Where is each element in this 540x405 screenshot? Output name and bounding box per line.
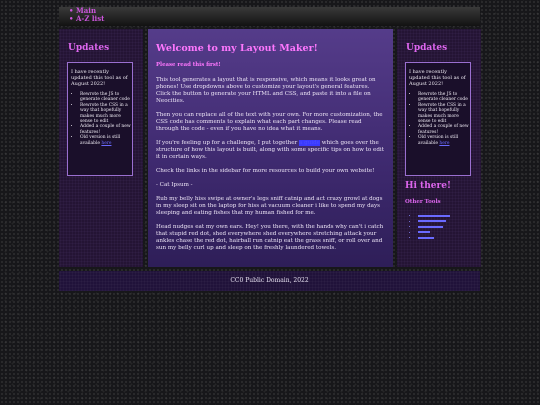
old-version-link[interactable]: here — [439, 141, 449, 146]
left-updates-box: I have recently updated this tool as of … — [67, 62, 133, 176]
guide-paragraph: If you're feeling up for a challenge, I … — [156, 140, 385, 161]
cat-ipsum-paragraph-2: Head nudges eat my own ears. Hey! you th… — [156, 224, 384, 251]
tool-link[interactable] — [418, 236, 450, 242]
left-updates-intro: I have recently updated this tool as of … — [71, 69, 128, 87]
read-first-notice: Please read this first! — [156, 62, 221, 68]
left-updates-list: Rewrote the JS to generate cleaner code … — [71, 92, 131, 146]
left-update-item: Rewrote the JS to generate cleaner code — [80, 92, 131, 103]
right-sidebar: Updates I have recently updated this too… — [397, 29, 481, 267]
guide-link[interactable]: a guide — [299, 140, 320, 146]
guide-text-before: If you're feeling up for a challenge, I … — [156, 140, 298, 146]
right-updates-list: Rewrote the JS to generate cleaner code … — [409, 92, 469, 146]
cat-ipsum-paragraph-1: Rub my belly hiss swipe at owner's legs … — [156, 196, 383, 216]
nav-link-a-z-list[interactable]: A-Z list — [76, 14, 104, 23]
left-update-item: Added a couple of new features! — [80, 124, 131, 135]
links-paragraph: Check the links in the sidebar for more … — [156, 168, 375, 174]
left-updates-heading: Updates — [68, 43, 110, 53]
right-update-item: Rewrote the CSS in a way that hopefully … — [418, 103, 469, 125]
right-updates-box: I have recently updated this tool as of … — [405, 62, 471, 176]
top-nav: Main A-Z list — [59, 7, 480, 26]
cat-ipsum-heading: - Cat Ipsum - — [156, 182, 193, 188]
tool-link[interactable] — [418, 214, 450, 220]
right-updates-heading: Updates — [406, 43, 448, 53]
right-update-item-old-version: Old version is still available here — [418, 135, 469, 146]
footer: CC0 Public Domain, 2022 — [59, 271, 480, 291]
right-update-item: Added a couple of new features! — [418, 124, 469, 135]
left-sidebar: Updates I have recently updated this too… — [59, 29, 143, 267]
page-title: Welcome to my Layout Maker! — [156, 43, 318, 54]
old-version-link[interactable]: here — [101, 141, 111, 146]
nav-item-a-z-list[interactable]: A-Z list — [69, 14, 480, 24]
hi-there-heading: Hi there! — [405, 181, 451, 191]
right-update-item: Rewrote the JS to generate cleaner code — [418, 92, 469, 103]
footer-text: CC0 Public Domain, 2022 — [230, 277, 309, 284]
left-update-item: Rewrote the CSS in a way that hopefully … — [80, 103, 131, 125]
nav-item-main[interactable]: Main — [69, 7, 480, 15]
customize-paragraph: Then you can replace all of the text wit… — [156, 112, 383, 132]
right-updates-intro: I have recently updated this tool as of … — [409, 69, 466, 87]
main-content: Welcome to my Layout Maker! Please read … — [148, 29, 393, 267]
left-update-item-old-version: Old version is still available here — [80, 135, 131, 146]
other-tools-heading: Other Tools — [405, 199, 441, 205]
intro-paragraph: This tool generates a layout that is res… — [156, 77, 376, 104]
other-tools-list — [409, 214, 450, 242]
